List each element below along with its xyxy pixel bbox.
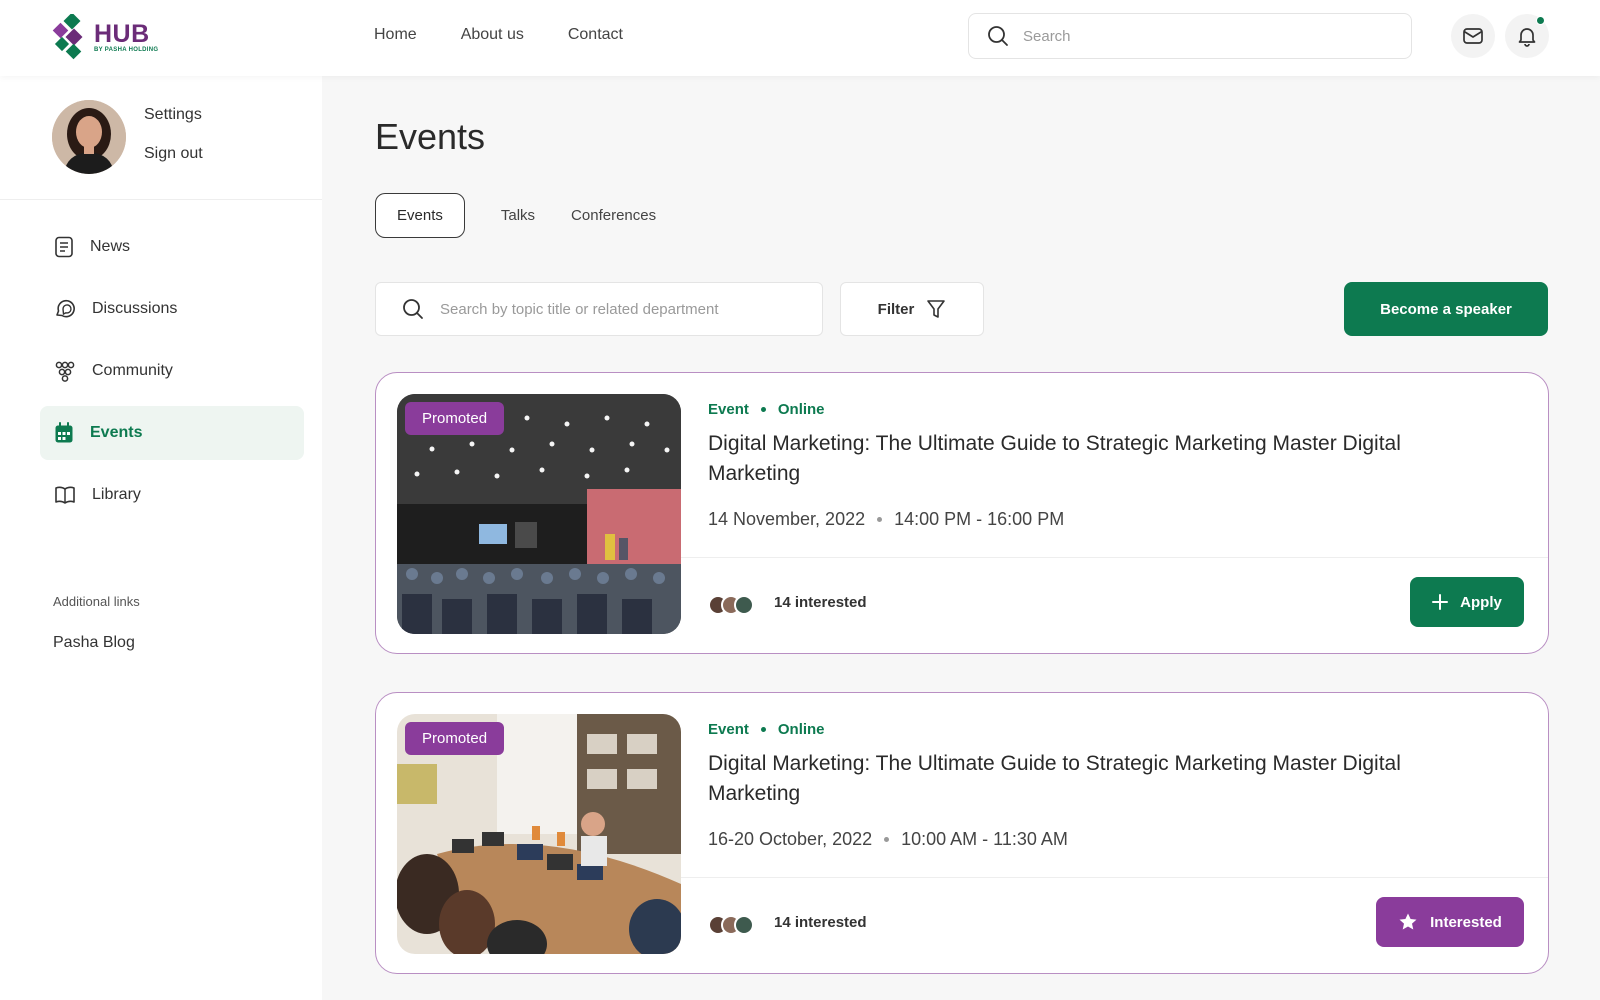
separator-dot	[877, 517, 883, 522]
star-icon	[1399, 913, 1417, 930]
sidebar-item-discussions[interactable]: Discussions	[40, 282, 304, 336]
main-content: Events Events Talks Conferences Filter B…	[322, 76, 1600, 1000]
event-card[interactable]: Promoted Event Online Digital Marketing:…	[375, 692, 1549, 974]
event-time: 14:00 PM - 16:00 PM	[894, 509, 1065, 529]
avatar	[734, 595, 754, 615]
sidebar-item-community[interactable]: Community	[40, 344, 304, 398]
logo-wordmark: HUB	[94, 19, 150, 48]
sidebar-item-label: Events	[90, 424, 143, 441]
event-type: Event	[708, 721, 749, 738]
signout-link[interactable]: Sign out	[144, 145, 203, 163]
card-divider	[681, 557, 1548, 558]
sidebar-item-library[interactable]: Library	[40, 468, 304, 522]
become-speaker-button[interactable]: Become a speaker	[1344, 282, 1548, 336]
notification-dot	[1536, 16, 1545, 25]
search-icon	[987, 25, 1009, 47]
avatar[interactable]	[52, 100, 126, 174]
page-title: Events	[375, 116, 486, 157]
separator-dot	[884, 837, 890, 842]
separator-dot	[760, 407, 766, 412]
nav-home[interactable]: Home	[374, 26, 417, 44]
event-datetime: 16-20 October, 2022 10:00 AM - 11:30 AM	[708, 829, 1068, 850]
event-card[interactable]: Promoted Event Online Digital Marketing:…	[375, 372, 1549, 654]
calendar-icon	[54, 422, 74, 444]
promoted-badge: Promoted	[405, 402, 505, 435]
settings-link[interactable]: Settings	[144, 106, 203, 124]
global-search-input[interactable]	[1023, 27, 1383, 45]
event-image-conference-hall: Promoted	[397, 394, 681, 634]
tab-conferences[interactable]: Conferences	[571, 207, 656, 224]
messages-button[interactable]	[1451, 14, 1495, 58]
sidebar-menu: News Discussions Community Events Librar…	[0, 200, 322, 522]
interested-count: 14 interested	[774, 914, 867, 931]
profile-section: Settings Sign out	[0, 76, 322, 200]
book-icon	[54, 484, 76, 506]
mail-icon	[1462, 25, 1484, 47]
plus-icon	[1432, 594, 1449, 610]
filter-label: Filter	[877, 300, 915, 318]
top-bar: HUB BY PASHA HOLDING Home About us Conta…	[0, 0, 1600, 76]
avatar	[734, 915, 754, 935]
event-search-input[interactable]	[440, 300, 800, 318]
interested-avatars	[708, 595, 754, 615]
hub-logo-icon	[52, 14, 86, 60]
sidebar-item-label: Community	[92, 362, 173, 379]
search-icon	[402, 298, 424, 320]
event-mode: Online	[777, 401, 825, 418]
apply-label: Apply	[1460, 593, 1502, 611]
separator-dot	[760, 727, 766, 732]
interested-avatars	[708, 915, 754, 935]
pasha-blog-link[interactable]: Pasha Blog	[53, 634, 135, 652]
event-date: 16-20 October, 2022	[708, 829, 873, 849]
event-type: Event	[708, 401, 749, 418]
tab-talks[interactable]: Talks	[501, 207, 535, 224]
nav-about-us[interactable]: About us	[461, 26, 524, 44]
event-date: 14 November, 2022	[708, 509, 866, 529]
sidebar-item-news[interactable]: News	[40, 220, 304, 274]
interested-button[interactable]: Interested	[1376, 897, 1524, 947]
event-title[interactable]: Digital Marketing: The Ultimate Guide to…	[708, 749, 1488, 809]
event-datetime: 14 November, 2022 14:00 PM - 16:00 PM	[708, 509, 1064, 530]
sidebar-item-label: News	[90, 238, 131, 255]
logo-subtitle: BY PASHA HOLDING	[94, 46, 159, 53]
tab-events[interactable]: Events	[375, 193, 465, 238]
bell-icon	[1516, 25, 1538, 47]
sidebar: Settings Sign out News Discussions Commu…	[0, 76, 322, 1000]
notifications-button[interactable]	[1505, 14, 1549, 58]
sidebar-item-label: Library	[92, 486, 141, 503]
sidebar-item-label: Discussions	[92, 300, 178, 317]
top-nav: Home About us Contact	[374, 26, 623, 44]
apply-button[interactable]: Apply	[1410, 577, 1524, 627]
event-meta: Event Online	[708, 721, 825, 738]
discussions-icon	[54, 298, 76, 320]
global-search	[968, 13, 1412, 59]
card-divider	[681, 877, 1548, 878]
additional-links-title: Additional links	[53, 594, 140, 609]
community-icon	[54, 360, 76, 382]
news-icon	[54, 236, 74, 258]
event-search	[375, 282, 823, 336]
event-mode: Online	[777, 721, 825, 738]
event-time: 10:00 AM - 11:30 AM	[901, 829, 1068, 849]
nav-contact[interactable]: Contact	[568, 26, 623, 44]
filter-button[interactable]: Filter	[840, 282, 984, 336]
logo[interactable]: HUB BY PASHA HOLDING	[52, 14, 158, 60]
filter-icon	[927, 300, 946, 318]
event-title[interactable]: Digital Marketing: The Ultimate Guide to…	[708, 429, 1488, 489]
sidebar-item-events[interactable]: Events	[40, 406, 304, 460]
event-tabs: Events Talks Conferences	[375, 193, 692, 238]
event-meta: Event Online	[708, 401, 825, 418]
interested-count: 14 interested	[774, 594, 867, 611]
interested-label: Interested	[1430, 913, 1502, 931]
promoted-badge: Promoted	[405, 722, 505, 755]
event-image-meeting-room: Promoted	[397, 714, 681, 954]
